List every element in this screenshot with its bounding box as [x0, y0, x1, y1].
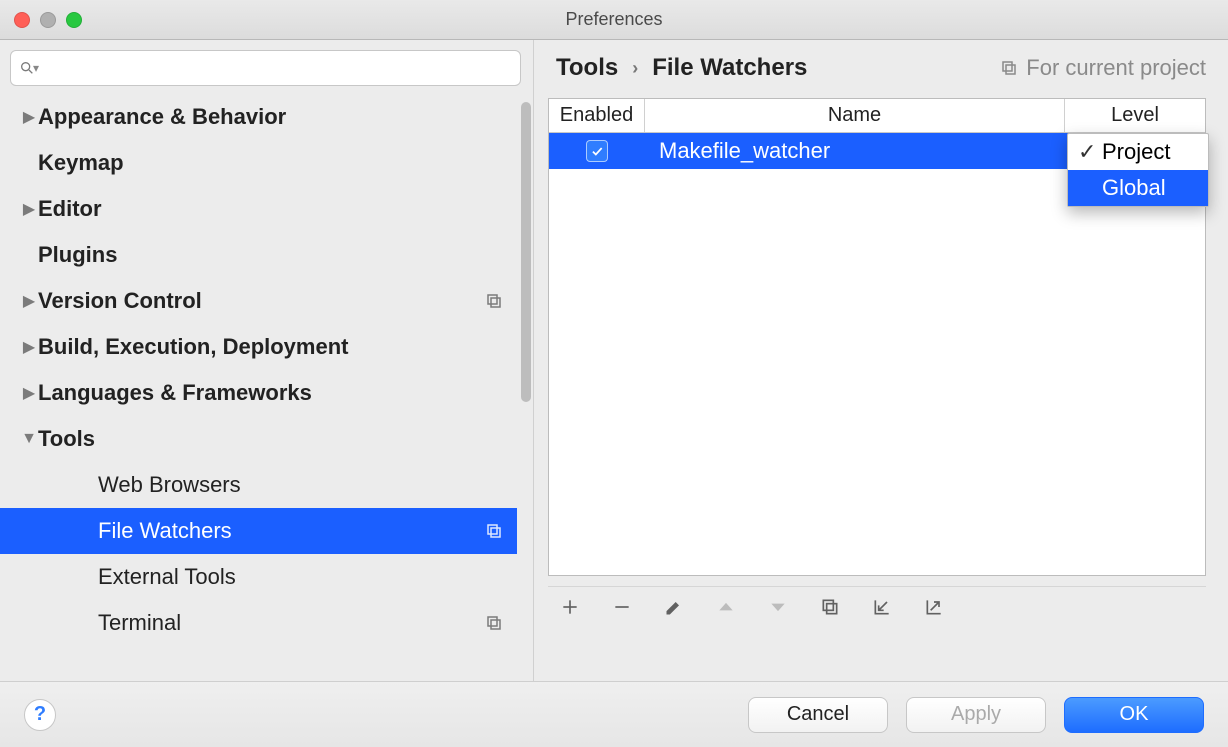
search-history-caret-icon[interactable]: ▾	[33, 61, 39, 75]
sidebar-item-label: File Watchers	[98, 518, 485, 544]
checkmark-icon: ✓	[1078, 139, 1096, 165]
breadcrumb-tools[interactable]: Tools	[556, 54, 618, 82]
sidebar-item-label: Plugins	[38, 242, 503, 268]
search-input[interactable]	[45, 59, 512, 77]
edit-button[interactable]	[662, 595, 686, 619]
copy-icon	[485, 614, 503, 632]
row-name-cell[interactable]: Makefile_watcher	[645, 138, 1065, 164]
col-enabled[interactable]: Enabled	[549, 99, 645, 132]
chevron-down-icon[interactable]: ▼	[20, 430, 38, 448]
sidebar-item-label: Editor	[38, 196, 503, 222]
sidebar-item-version-control[interactable]: ▶Version Control	[0, 278, 517, 324]
sidebar-item-label: Terminal	[98, 610, 485, 636]
sidebar-item-plugins[interactable]: Plugins	[0, 232, 517, 278]
sidebar-item-keymap[interactable]: Keymap	[0, 140, 517, 186]
minimize-window-button[interactable]	[40, 12, 56, 28]
sidebar-item-label: Languages & Frameworks	[38, 380, 503, 406]
scrollbar-thumb[interactable]	[521, 102, 531, 402]
breadcrumb: Tools › File Watchers	[556, 54, 807, 82]
move-down-button[interactable]	[766, 595, 790, 619]
sidebar-item-editor[interactable]: ▶Editor	[0, 186, 517, 232]
import-button[interactable]	[870, 595, 894, 619]
add-button[interactable]	[558, 595, 582, 619]
window-title: Preferences	[0, 9, 1228, 30]
chevron-right-icon[interactable]: ▶	[20, 199, 38, 219]
chevron-right-icon[interactable]: ▶	[20, 383, 38, 403]
sidebar-item-label: Version Control	[38, 288, 485, 314]
sidebar-item-label: Appearance & Behavior	[38, 104, 503, 130]
search-box[interactable]: ▾	[10, 50, 521, 86]
copy-icon	[1000, 59, 1018, 77]
chevron-right-icon[interactable]: ▶	[20, 291, 38, 311]
option-label: Project	[1102, 139, 1170, 165]
preferences-window: Preferences ▾ ▶Appearance & BehaviorKeym…	[0, 0, 1228, 747]
sidebar: ▾ ▶Appearance & BehaviorKeymap▶EditorPlu…	[0, 40, 534, 681]
help-button[interactable]: ?	[24, 699, 56, 731]
sidebar-item-appearance-behavior[interactable]: ▶Appearance & Behavior	[0, 94, 517, 140]
scope-indicator: For current project	[1000, 55, 1206, 81]
sidebar-item-external-tools[interactable]: External Tools	[0, 554, 517, 600]
sidebar-item-tools[interactable]: ▼Tools	[0, 416, 517, 462]
copy-icon	[485, 292, 503, 310]
export-button[interactable]	[922, 595, 946, 619]
cancel-button[interactable]: Cancel	[748, 697, 888, 733]
level-option-project[interactable]: ✓ Project	[1068, 134, 1208, 170]
move-up-button[interactable]	[714, 595, 738, 619]
sidebar-item-web-browsers[interactable]: Web Browsers	[0, 462, 517, 508]
content-area: ▾ ▶Appearance & BehaviorKeymap▶EditorPlu…	[0, 40, 1228, 681]
sidebar-item-file-watchers[interactable]: File Watchers	[0, 508, 517, 554]
scope-label: For current project	[1026, 55, 1206, 81]
table-header: Enabled Name Level	[549, 99, 1205, 133]
panel-header: Tools › File Watchers For current projec…	[534, 40, 1228, 92]
search-wrap: ▾	[0, 40, 533, 94]
sidebar-item-languages-frameworks[interactable]: ▶Languages & Frameworks	[0, 370, 517, 416]
breadcrumb-file-watchers: File Watchers	[652, 54, 807, 82]
sidebar-item-label: Tools	[38, 426, 503, 452]
settings-tree[interactable]: ▶Appearance & BehaviorKeymap▶EditorPlugi…	[0, 94, 533, 681]
copy-button[interactable]	[818, 595, 842, 619]
sidebar-item-label: External Tools	[98, 564, 503, 590]
col-level[interactable]: Level	[1065, 99, 1205, 132]
ok-button[interactable]: OK	[1064, 697, 1204, 733]
chevron-right-icon: ›	[632, 58, 638, 79]
copy-icon	[485, 522, 503, 540]
chevron-right-icon[interactable]: ▶	[20, 337, 38, 357]
sidebar-item-terminal[interactable]: Terminal	[0, 600, 517, 646]
traffic-lights	[0, 12, 82, 28]
level-option-global[interactable]: Global	[1068, 170, 1208, 206]
level-dropdown[interactable]: ✓ Project Global	[1067, 133, 1209, 207]
enabled-checkbox[interactable]	[586, 140, 608, 162]
apply-button[interactable]: Apply	[906, 697, 1046, 733]
sidebar-item-build-execution-deployment[interactable]: ▶Build, Execution, Deployment	[0, 324, 517, 370]
main-panel: Tools › File Watchers For current projec…	[534, 40, 1228, 681]
titlebar: Preferences	[0, 0, 1228, 40]
option-label: Global	[1102, 175, 1166, 201]
row-enabled-cell[interactable]	[549, 140, 645, 162]
sidebar-item-label: Web Browsers	[98, 472, 503, 498]
footer: ? Cancel Apply OK	[0, 681, 1228, 747]
sidebar-item-label: Keymap	[38, 150, 503, 176]
close-window-button[interactable]	[14, 12, 30, 28]
table-toolbar	[548, 586, 1206, 626]
sidebar-item-label: Build, Execution, Deployment	[38, 334, 503, 360]
watchers-table: Enabled Name Level Makefile_watcher	[548, 98, 1206, 576]
remove-button[interactable]	[610, 595, 634, 619]
col-name[interactable]: Name	[645, 99, 1065, 132]
zoom-window-button[interactable]	[66, 12, 82, 28]
chevron-right-icon[interactable]: ▶	[20, 107, 38, 127]
